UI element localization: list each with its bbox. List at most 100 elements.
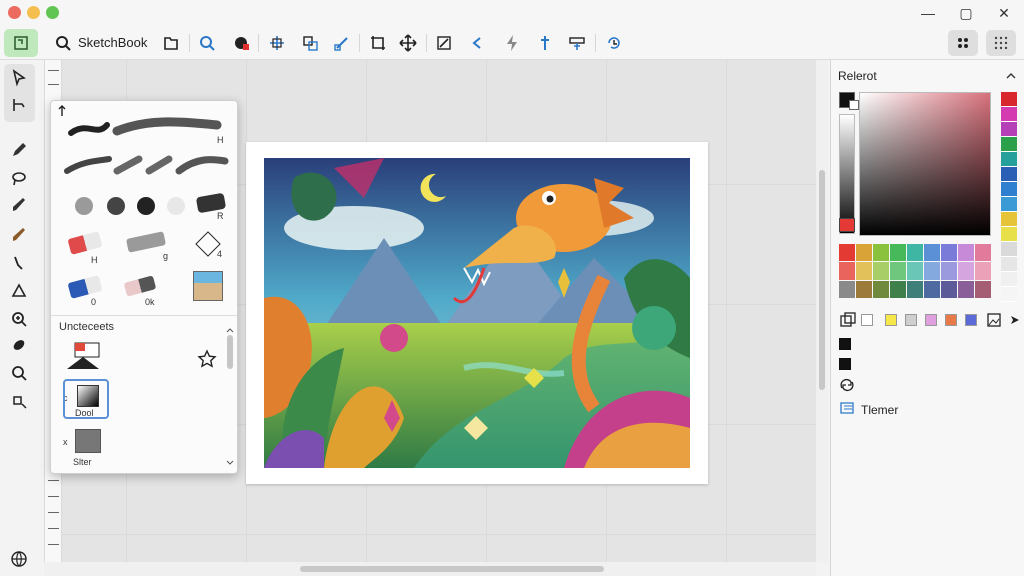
layer-icon[interactable] xyxy=(839,400,857,416)
arrow-up-icon[interactable] xyxy=(57,105,67,117)
texture-brush-icon[interactable] xyxy=(193,271,223,301)
color-swatch[interactable] xyxy=(890,262,906,280)
color-swatch[interactable] xyxy=(975,262,991,280)
color-swatch[interactable] xyxy=(924,280,940,298)
hue-swatch[interactable] xyxy=(1001,212,1017,227)
brush-dot-hard[interactable] xyxy=(137,197,155,215)
smudge-icon[interactable] xyxy=(8,252,30,274)
minimize-traffic-light[interactable] xyxy=(27,6,40,19)
pencil-icon[interactable] xyxy=(8,139,30,161)
hue-swatch[interactable] xyxy=(1001,257,1017,272)
hue-swatch-column[interactable] xyxy=(1001,92,1017,302)
close-button[interactable]: ✕ xyxy=(994,4,1014,22)
history-icon[interactable] xyxy=(603,32,625,54)
pin-icon[interactable] xyxy=(534,32,556,54)
color-swatch[interactable] xyxy=(958,280,974,298)
color-swatch[interactable] xyxy=(941,280,957,298)
zoom-tool-icon[interactable] xyxy=(8,308,30,330)
select-arrow-icon[interactable] xyxy=(8,67,30,89)
fill-icon[interactable] xyxy=(8,390,30,412)
chevron-left-icon[interactable] xyxy=(467,32,489,54)
zoom-icon[interactable] xyxy=(196,32,218,54)
color-swatch[interactable] xyxy=(856,280,872,298)
link-icon[interactable] xyxy=(331,32,353,54)
current-red-swatch[interactable] xyxy=(839,218,855,232)
color-swatch[interactable] xyxy=(907,262,923,280)
popup-scrollbar[interactable] xyxy=(225,321,235,471)
eraser-blue-icon[interactable] xyxy=(67,275,103,299)
grayscale-strip[interactable] xyxy=(839,114,855,234)
home-button[interactable] xyxy=(4,29,38,57)
color-swatch[interactable] xyxy=(958,244,974,262)
color-swatch[interactable] xyxy=(975,280,991,298)
color-swatch[interactable] xyxy=(941,244,957,262)
color-swatch[interactable] xyxy=(839,262,855,280)
layers-stack-icon[interactable] xyxy=(839,312,857,328)
brush-icon[interactable] xyxy=(8,194,30,216)
color-swatch[interactable] xyxy=(856,244,872,262)
color-swatch-grid[interactable] xyxy=(839,244,991,298)
minimize-button[interactable]: — xyxy=(918,4,938,22)
hue-swatch[interactable] xyxy=(1001,197,1017,212)
brush-dot-medium[interactable] xyxy=(107,197,125,215)
hue-swatch[interactable] xyxy=(1001,272,1017,287)
eraser-soft-icon[interactable] xyxy=(123,275,157,297)
brush-dot-light[interactable] xyxy=(167,197,185,215)
vertical-scrollbar[interactable] xyxy=(816,60,828,562)
hue-swatch[interactable] xyxy=(1001,287,1017,302)
horizontal-scrollbar[interactable] xyxy=(44,562,816,576)
color-swatch[interactable] xyxy=(975,244,991,262)
swap-colors-icon[interactable] xyxy=(839,378,855,392)
color-swatch[interactable] xyxy=(839,244,855,262)
close-traffic-light[interactable] xyxy=(8,6,21,19)
lasso-icon[interactable] xyxy=(8,167,30,189)
quick-swatch[interactable] xyxy=(905,314,917,326)
color-swatch[interactable] xyxy=(941,262,957,280)
vertical-scroll-thumb[interactable] xyxy=(819,170,825,390)
color-swatch[interactable] xyxy=(873,280,889,298)
folder-icon[interactable] xyxy=(160,32,182,54)
magnify-icon[interactable] xyxy=(8,362,30,384)
maximize-button[interactable]: ▢ xyxy=(956,4,976,22)
hue-swatch[interactable] xyxy=(1001,122,1017,137)
color-swatch[interactable] xyxy=(924,244,940,262)
quick-swatch[interactable] xyxy=(925,314,937,326)
quick-swatch[interactable] xyxy=(945,314,957,326)
quick-swatch[interactable] xyxy=(965,314,977,326)
transform-icon[interactable] xyxy=(266,32,288,54)
panel-view-button[interactable] xyxy=(986,30,1016,56)
search-icon[interactable] xyxy=(52,32,74,54)
globe-icon[interactable] xyxy=(8,548,30,570)
brush-stroke-ink[interactable] xyxy=(67,115,227,141)
hue-swatch[interactable] xyxy=(1001,152,1017,167)
ruler-icon[interactable] xyxy=(566,32,588,54)
hue-swatch[interactable] xyxy=(1001,137,1017,152)
horizontal-scroll-thumb[interactable] xyxy=(300,566,604,572)
collapse-chevron-icon[interactable] xyxy=(1005,71,1017,81)
paintbrush-icon[interactable] xyxy=(8,224,30,246)
quick-swatch-white[interactable] xyxy=(861,314,873,326)
chevron-up-icon[interactable] xyxy=(225,326,235,334)
popup-scroll-thumb[interactable] xyxy=(227,335,233,369)
hue-swatch[interactable] xyxy=(1001,182,1017,197)
preset-gray-swatch[interactable] xyxy=(75,429,101,453)
preset-flag-icon[interactable] xyxy=(65,341,103,373)
hue-swatch[interactable] xyxy=(1001,92,1017,107)
artboard[interactable] xyxy=(246,142,708,484)
star-icon[interactable] xyxy=(197,349,217,369)
color-swatch[interactable] xyxy=(839,280,855,298)
eraser-red-icon[interactable] xyxy=(67,231,103,255)
color-swatch[interactable] xyxy=(924,262,940,280)
color-swatch[interactable] xyxy=(907,244,923,262)
move-icon[interactable] xyxy=(397,32,419,54)
hue-swatch[interactable] xyxy=(1001,167,1017,182)
foreground-swatch[interactable] xyxy=(839,338,851,350)
color-swatch[interactable] xyxy=(958,262,974,280)
quick-swatch[interactable] xyxy=(885,314,897,326)
crop-icon[interactable] xyxy=(367,32,389,54)
color-swatch[interactable] xyxy=(907,280,923,298)
hue-swatch[interactable] xyxy=(1001,107,1017,122)
lightning-icon[interactable] xyxy=(501,32,523,54)
layers-icon[interactable] xyxy=(299,32,321,54)
lasso-select-icon[interactable] xyxy=(8,94,30,116)
